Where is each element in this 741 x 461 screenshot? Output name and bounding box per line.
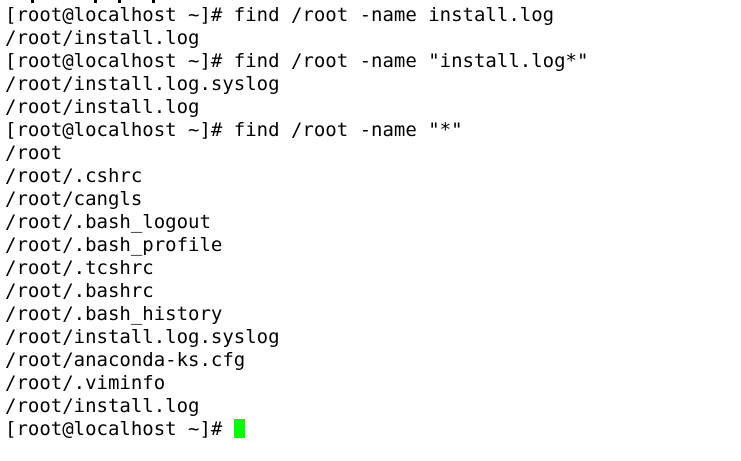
current-prompt-line[interactable]: [root@localhost ~]# [5,418,245,441]
terminal-line: /root/install.log [5,395,200,417]
terminal-line: /root/cangls [5,188,143,210]
terminal-line: /root/.bashrc [5,280,154,302]
terminal-line: /root/.bash_logout [5,211,211,233]
terminal-line: /root/.bash_profile [5,234,223,256]
terminal-line: /root/.viminfo [5,372,166,394]
terminal-line: /root/install.log.syslog [5,73,280,95]
current-prompt: [root@localhost ~]# [5,418,234,440]
terminal-window[interactable]: [root@localhost ~]# find /root -name ins… [0,0,741,461]
terminal-line: /root/.cshrc [5,165,143,187]
terminal-cursor [233,419,245,438]
clipped-previous-line [0,0,741,3]
terminal-line: /root/install.log.syslog [5,326,280,348]
terminal-line: /root/.tcshrc [5,257,154,279]
terminal-line: /root/install.log [5,96,200,118]
terminal-line: [root@localhost ~]# find /root -name "*" [5,119,463,141]
terminal-line: [root@localhost ~]# find /root -name "in… [5,50,589,72]
terminal-line: /root/anaconda-ks.cfg [5,349,246,371]
terminal-line: [root@localhost ~]# find /root -name ins… [5,4,555,26]
terminal-line: /root/install.log [5,27,200,49]
terminal-line: /root/.bash_history [5,303,223,325]
terminal-line: /root [5,142,63,164]
